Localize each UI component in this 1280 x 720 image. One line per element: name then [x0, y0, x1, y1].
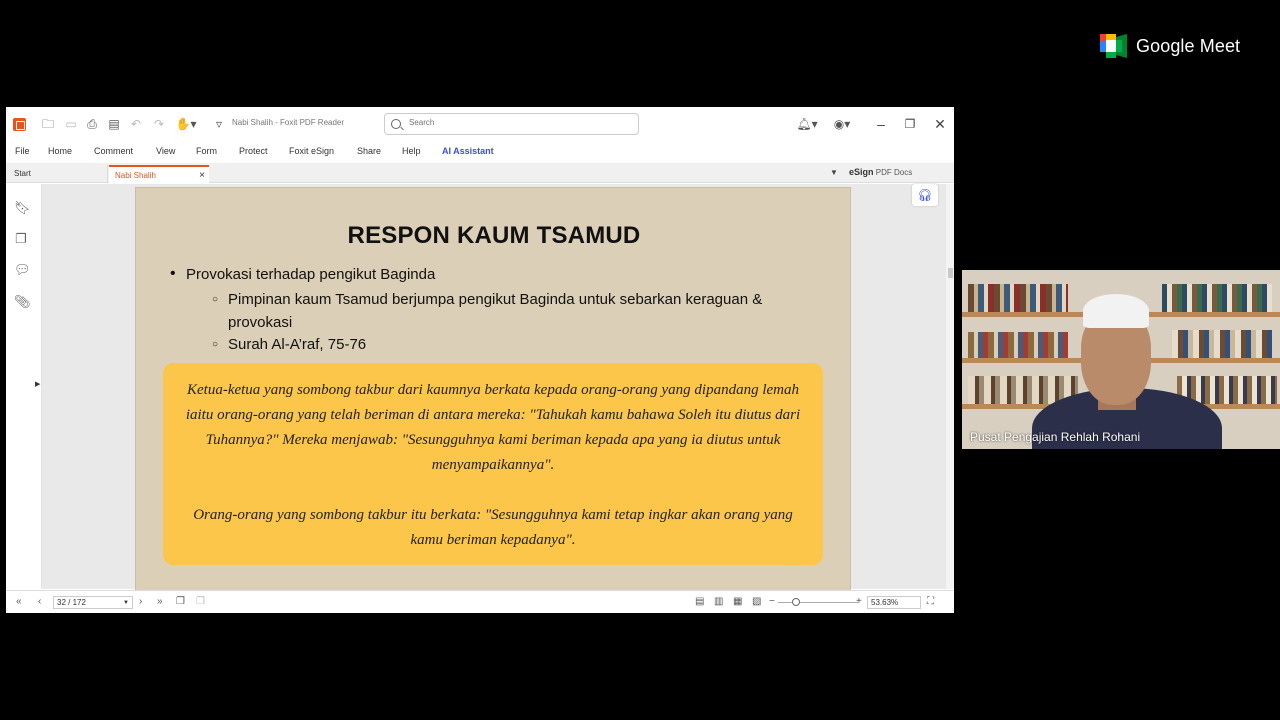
facing-view-icon[interactable]: ▦ [733, 596, 742, 607]
quote-paragraph: Ketua-ketua yang sombong takbur dari kau… [185, 382, 801, 473]
foxit-reader-window: 🗀 ▭ ⎙ ▤ ↶ ↷ ✋▾ ▿ Nabi Shalih - Foxit PDF… [6, 107, 954, 613]
menu-comment[interactable]: Comment [94, 146, 133, 156]
tab-close-icon[interactable]: × [199, 167, 205, 185]
fullscreen-icon[interactable]: ⛶ [927, 596, 934, 607]
menu-bar: File Home Comment View Form Protect Foxi… [6, 141, 954, 161]
vertical-scrollbar[interactable] [946, 184, 954, 589]
left-navigation-panel: 🔖︎ ❐ 💬︎ 📎︎ ▶ [6, 184, 42, 589]
menu-help[interactable]: Help [402, 146, 421, 156]
books [1172, 330, 1272, 358]
page-number-field[interactable]: 32 / 172 ▼ [53, 596, 133, 609]
books [968, 332, 1068, 358]
single-page-view-icon[interactable]: ▤ [695, 596, 704, 607]
tab-start-label: Start [14, 169, 31, 178]
tab-list-dropdown-icon[interactable]: ▼ [830, 168, 838, 177]
slide-page: RESPON KAUM TSAMUD Provokasi terhadap pe… [135, 187, 851, 591]
participant-name: Pusat Pengajian Rehlah Rohani [970, 430, 1141, 444]
expand-panel-arrow-icon[interactable]: ▶ [35, 380, 40, 388]
menu-ai-assistant[interactable]: AI Assistant [442, 146, 494, 156]
status-bar: « ‹ 32 / 172 ▼ › » ❐ ❐ ▤ ▥ ▦ ▧ − + 53.63%… [6, 590, 954, 613]
page-number-value: 32 / 172 [57, 598, 86, 607]
ai-assistant-floating-icon[interactable]: 🎧︎ [912, 184, 938, 206]
page-tool-icon[interactable]: ▤ [107, 117, 121, 131]
slide-subbullet: Surah Al-A’raf, 75-76 [212, 333, 768, 356]
page-dropdown-icon[interactable]: ▼ [123, 597, 129, 609]
previous-page-icon[interactable]: ‹ [38, 596, 41, 607]
attachment-icon[interactable]: 📎︎ [14, 294, 31, 310]
menu-file[interactable]: File [15, 146, 30, 156]
restore-button[interactable]: ❐ [901, 115, 919, 133]
zoom-slider[interactable] [778, 602, 858, 603]
search-icon [391, 119, 401, 129]
next-page-icon[interactable]: › [139, 596, 142, 607]
search-input[interactable] [409, 118, 629, 127]
quote-box: Ketua-ketua yang sombong takbur dari kau… [163, 363, 823, 565]
books [1162, 284, 1272, 312]
save-icon[interactable]: ▭ [64, 117, 78, 131]
continuous-facing-view-icon[interactable]: ▧ [752, 596, 761, 607]
comments-icon[interactable]: 💬︎ [14, 262, 31, 278]
search-box[interactable] [384, 113, 639, 135]
redo-icon[interactable]: ↷ [152, 117, 166, 131]
tab-nabi-shalih[interactable]: Nabi Shalih × [109, 165, 209, 183]
menu-form[interactable]: Form [196, 146, 217, 156]
tab-start[interactable]: Start [8, 165, 108, 183]
title-bar: 🗀 ▭ ⎙ ▤ ↶ ↷ ✋▾ ▿ Nabi Shalih - Foxit PDF… [6, 107, 954, 141]
zoom-level-field[interactable]: 53.63% [867, 596, 921, 609]
google-meet-logo-icon [1100, 34, 1127, 58]
slide-title: RESPON KAUM TSAMUD [347, 222, 641, 249]
menu-home[interactable]: Home [48, 146, 72, 156]
zoom-level-value: 53.63% [871, 598, 899, 607]
continuous-view-icon[interactable]: ▥ [714, 596, 723, 607]
hand-tool-icon[interactable]: ✋▾ [175, 117, 197, 131]
notification-bell-icon[interactable]: 🔔︎▾ [795, 117, 819, 131]
zoom-in-icon[interactable]: + [856, 596, 862, 607]
quote-paragraph: Orang-orang yang sombong takbur itu berk… [193, 507, 793, 548]
esign-label: eSign [849, 167, 874, 177]
account-icon[interactable]: ◉▾ [830, 117, 854, 131]
menu-foxit-esign[interactable]: Foxit eSign [289, 146, 334, 156]
close-window-button[interactable]: ✕ [931, 115, 949, 133]
bookmark-icon[interactable]: 🔖︎ [14, 200, 31, 216]
menu-view[interactable]: View [156, 146, 175, 156]
zoom-slider-handle[interactable] [792, 598, 800, 606]
menu-protect[interactable]: Protect [239, 146, 268, 156]
last-page-icon[interactable]: » [157, 596, 163, 607]
pages-thumbnail-icon[interactable]: ❐ [14, 231, 28, 247]
pdf-docs-label: PDF Docs [873, 168, 913, 177]
google-meet-brand: Google Meet [1100, 34, 1240, 58]
open-folder-icon[interactable]: 🗀 [41, 117, 55, 131]
zoom-out-icon[interactable]: − [769, 596, 775, 607]
slide-bullet: Provokasi terhadap pengikut Baginda [170, 265, 435, 283]
paste-page-icon[interactable]: ❐ [196, 596, 205, 607]
foxit-logo-icon [13, 118, 26, 131]
google-meet-label: Google Meet [1136, 35, 1241, 56]
menu-share[interactable]: Share [357, 146, 381, 156]
participant-cap [1083, 294, 1149, 328]
document-title: Nabi Shalih - Foxit PDF Reader [232, 118, 345, 127]
first-page-icon[interactable]: « [16, 596, 22, 607]
meet-stage: Google Meet 🗀 ▭ ⎙ ▤ ↶ ↷ ✋▾ ▿ Nabi Shalih… [0, 0, 1280, 720]
esign-pdf-docs-link[interactable]: eSign PDF Docs [849, 167, 912, 177]
minimize-button[interactable]: – [872, 115, 890, 133]
books [968, 284, 1068, 312]
tab-active-label: Nabi Shalih [115, 171, 156, 180]
participant-video-tile[interactable]: Pusat Pengajian Rehlah Rohani [962, 270, 1280, 449]
slide-subbullet: Pimpinan kaum Tsamud berjumpa pengikut B… [212, 288, 768, 334]
quick-access-dropdown-icon[interactable]: ▿ [212, 117, 226, 131]
undo-icon[interactable]: ↶ [129, 117, 143, 131]
copy-page-icon[interactable]: ❐ [176, 596, 185, 607]
print-icon[interactable]: ⎙ [85, 117, 99, 131]
document-tab-bar: Start Nabi Shalih × ▼ eSign PDF Docs [6, 163, 954, 183]
scroll-thumb[interactable] [948, 268, 953, 278]
